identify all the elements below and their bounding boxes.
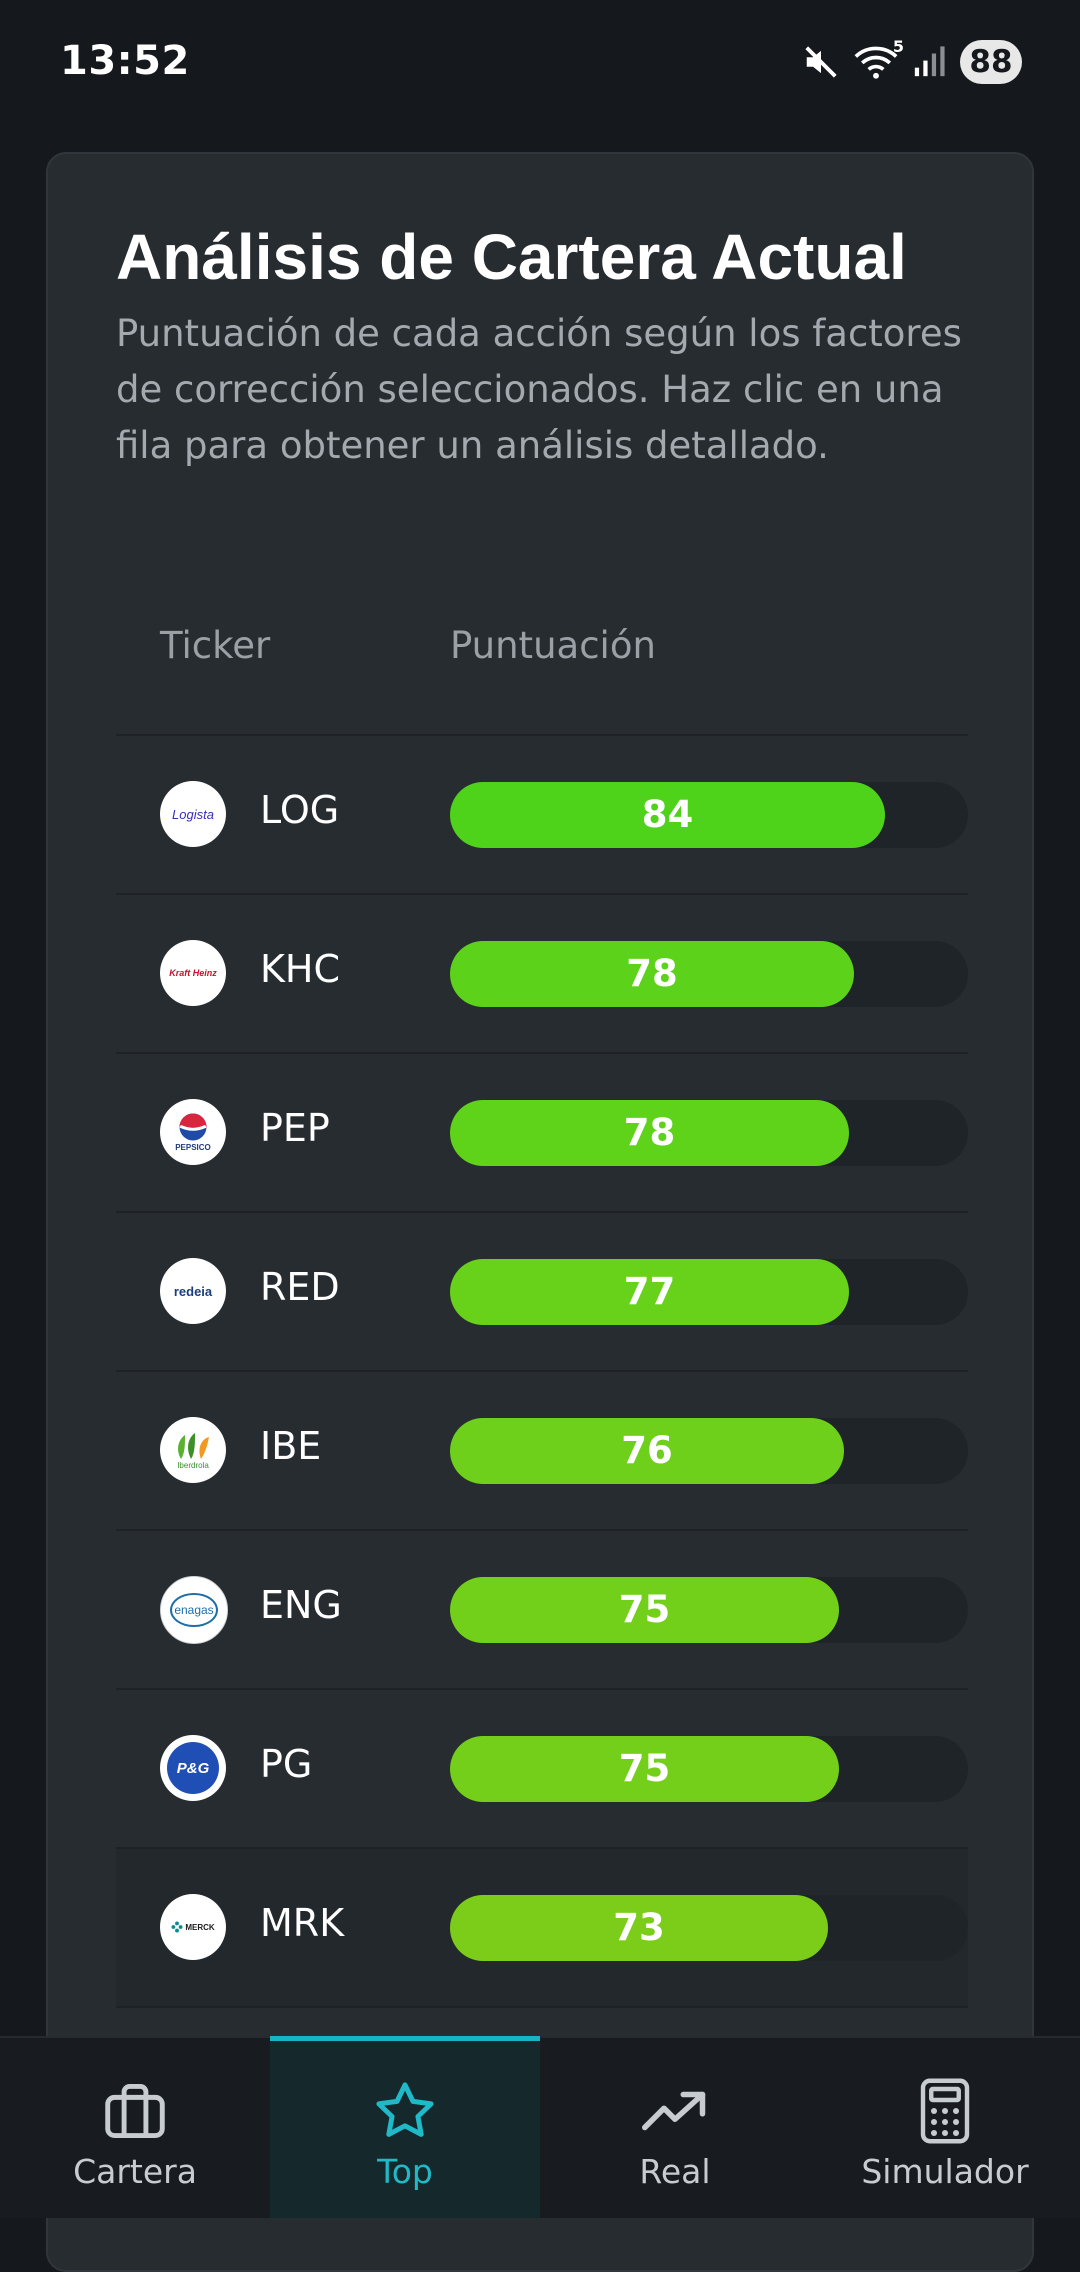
ticker-label: PEP bbox=[260, 1106, 330, 1150]
table-header: Ticker Puntuación bbox=[116, 624, 968, 704]
company-logo: Logista bbox=[160, 781, 226, 847]
score-value: 77 bbox=[623, 1270, 676, 1313]
wifi-badge: 5 bbox=[892, 37, 904, 56]
nav-label: Real bbox=[639, 2152, 711, 2191]
table-row[interactable]: Iberdrola IBE 76 bbox=[116, 1372, 968, 1531]
nav-label: Top bbox=[377, 2152, 433, 2191]
score-bar: 73 bbox=[450, 1895, 968, 1961]
table-row[interactable]: P&G PG 75 bbox=[116, 1690, 968, 1849]
score-bar: 75 bbox=[450, 1577, 968, 1643]
company-logo: Iberdrola bbox=[160, 1417, 226, 1483]
ticker-label: ENG bbox=[260, 1583, 342, 1627]
portfolio-analysis-card: Análisis de Cartera Actual Puntuación de… bbox=[46, 152, 1034, 2272]
score-bar: 77 bbox=[450, 1259, 968, 1325]
nav-label: Simulador bbox=[861, 2152, 1029, 2191]
nav-item-real[interactable]: Real bbox=[540, 2038, 810, 2218]
status-bar: 13:52 5 88 bbox=[0, 0, 1080, 126]
briefcase-icon bbox=[102, 2078, 168, 2144]
page-title: Análisis de Cartera Actual bbox=[116, 221, 907, 293]
column-header-score: Puntuación bbox=[450, 624, 656, 667]
ticker-label: LOG bbox=[260, 788, 340, 832]
ticker-label: IBE bbox=[260, 1424, 322, 1468]
score-bar: 84 bbox=[450, 782, 968, 848]
ticker-label: MRK bbox=[260, 1901, 345, 1945]
score-value: 84 bbox=[641, 793, 694, 836]
nav-label: Cartera bbox=[73, 2152, 197, 2191]
status-icons: 5 88 bbox=[802, 37, 1022, 86]
table-row[interactable]: enagas ENG 75 bbox=[116, 1531, 968, 1690]
score-value: 78 bbox=[623, 1111, 676, 1154]
company-logo: enagas bbox=[160, 1576, 228, 1644]
mute-icon bbox=[802, 43, 840, 81]
score-value: 75 bbox=[618, 1588, 671, 1631]
score-table: Logista LOG 84 Kraft Heinz KHC 78 PEPSIC… bbox=[116, 736, 968, 2008]
calculator-icon bbox=[918, 2078, 972, 2144]
company-logo: P&G bbox=[160, 1735, 226, 1801]
table-row[interactable]: Kraft Heinz KHC 78 bbox=[116, 895, 968, 1054]
ticker-label: RED bbox=[260, 1265, 340, 1309]
score-value: 76 bbox=[621, 1429, 673, 1472]
score-bar: 78 bbox=[450, 1100, 968, 1166]
bottom-navigation: Cartera Top Real Simulador bbox=[0, 2036, 1080, 2218]
column-header-ticker: Ticker bbox=[160, 624, 271, 667]
pepsico-globe-icon bbox=[179, 1113, 207, 1141]
company-logo: Kraft Heinz bbox=[160, 940, 226, 1006]
company-logo: redeia bbox=[160, 1258, 226, 1324]
star-icon bbox=[372, 2078, 438, 2144]
status-time: 13:52 bbox=[60, 38, 190, 84]
company-logo: MERCK bbox=[160, 1894, 226, 1960]
nav-item-cartera[interactable]: Cartera bbox=[0, 2038, 270, 2218]
battery-indicator: 88 bbox=[960, 40, 1022, 84]
score-value: 78 bbox=[626, 952, 678, 995]
table-row[interactable]: MERCK MRK 73 bbox=[116, 1849, 968, 2008]
table-row[interactable]: Logista LOG 84 bbox=[116, 736, 968, 895]
ticker-label: PG bbox=[260, 1742, 313, 1786]
ticker-label: KHC bbox=[260, 947, 341, 991]
company-logo: PEPSICO bbox=[160, 1099, 226, 1165]
score-bar: 75 bbox=[450, 1736, 968, 1802]
merck-mark-icon bbox=[171, 1921, 183, 1933]
table-row[interactable]: redeia RED 77 bbox=[116, 1213, 968, 1372]
page-description: Puntuación de cada acción según los fact… bbox=[116, 312, 962, 467]
table-row[interactable]: PEPSICO PEP 78 bbox=[116, 1054, 968, 1213]
score-bar: 76 bbox=[450, 1418, 968, 1484]
signal-icon bbox=[912, 45, 946, 79]
wifi-icon: 5 bbox=[854, 37, 904, 81]
iberdrola-leaves-icon bbox=[178, 1432, 209, 1459]
score-value: 75 bbox=[618, 1747, 671, 1790]
score-value: 73 bbox=[613, 1906, 665, 1949]
trending-up-icon bbox=[642, 2078, 708, 2144]
nav-item-top[interactable]: Top bbox=[270, 2036, 540, 2218]
nav-item-simulador[interactable]: Simulador bbox=[810, 2038, 1080, 2218]
score-bar: 78 bbox=[450, 941, 968, 1007]
